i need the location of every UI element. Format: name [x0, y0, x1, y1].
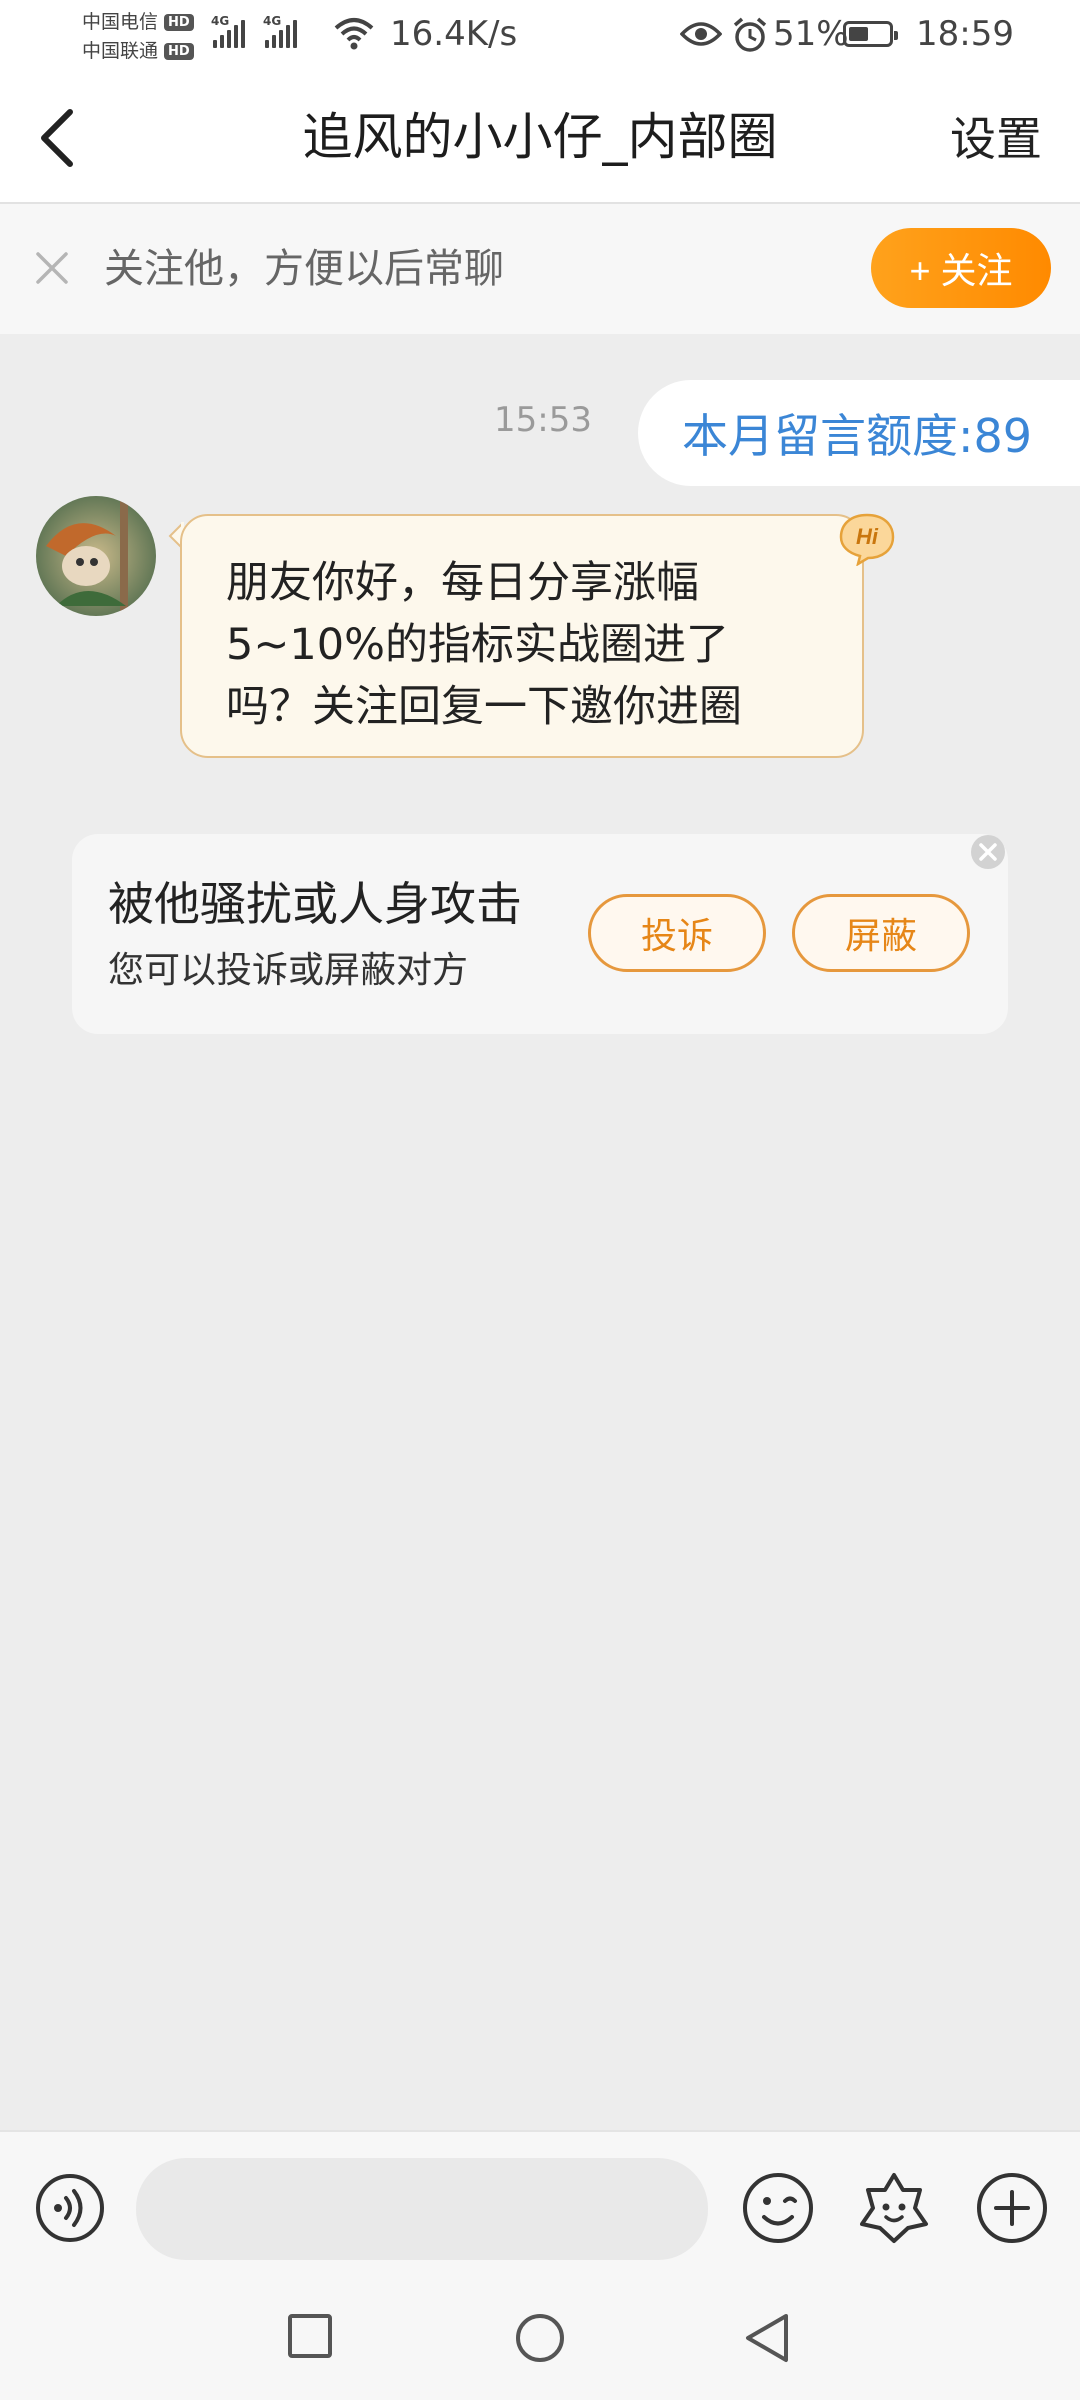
- sent-message-bubble[interactable]: 本月留言额度:89: [638, 380, 1080, 486]
- report-card-subtitle: 您可以投诉或屏蔽对方: [108, 950, 469, 991]
- message-input-bar: [0, 2130, 1080, 2282]
- block-button[interactable]: 屏蔽: [792, 894, 970, 972]
- title-bar: 追风的小小仔_内部圈 设置: [0, 76, 1080, 204]
- message-timestamp: 15:53: [494, 400, 592, 440]
- follow-button[interactable]: + 关注: [871, 228, 1051, 308]
- carrier-info: 中国电信 HD 中国联通 HD: [82, 8, 194, 66]
- status-bar: 中国电信 HD 中国联通 HD 4G 4G 16.4K/s 51% 18:59: [0, 0, 1080, 76]
- signal-strength-icon: 4G: [211, 14, 245, 48]
- avatar-image: [36, 496, 156, 616]
- eye-comfort-icon: [680, 22, 722, 46]
- message-line: 5~10%的指标实战圈进了: [226, 620, 729, 670]
- status-time: 18:59: [916, 14, 1014, 54]
- follow-prompt-bar: 关注他，方便以后常聊 + 关注: [0, 204, 1080, 334]
- hd-badge: HD: [164, 14, 194, 31]
- follow-prompt-text: 关注他，方便以后常聊: [104, 246, 504, 292]
- avatar[interactable]: [36, 496, 156, 616]
- battery-percent: 51%: [773, 14, 849, 54]
- page-title: 追风的小小仔_内部圈: [302, 108, 778, 166]
- carrier-2-label: 中国联通: [82, 40, 159, 62]
- report-card-title: 被他骚扰或人身攻击: [108, 877, 522, 931]
- close-icon[interactable]: [32, 248, 72, 288]
- report-button[interactable]: 投诉: [588, 894, 766, 972]
- wifi-icon: [334, 18, 374, 50]
- hd-badge: HD: [164, 43, 194, 60]
- battery-icon: [843, 21, 898, 47]
- back-nav-icon[interactable]: [742, 2310, 794, 2366]
- network-type-label: 4G: [211, 14, 230, 28]
- signal-icons: 4G 4G: [211, 14, 297, 48]
- network-speed: 16.4K/s: [390, 14, 518, 54]
- sticker-icon[interactable]: [856, 2170, 932, 2246]
- home-icon[interactable]: [514, 2312, 566, 2364]
- signal-strength-icon: 4G: [263, 14, 297, 48]
- close-icon[interactable]: [968, 832, 1008, 872]
- battery-level-fill: [849, 27, 868, 41]
- harassment-report-card: 被他骚扰或人身攻击 您可以投诉或屏蔽对方 投诉 屏蔽: [72, 834, 1008, 1034]
- alarm-icon: [733, 17, 767, 52]
- network-type-label: 4G: [263, 14, 282, 28]
- recent-apps-icon[interactable]: [286, 2312, 334, 2360]
- emoji-icon[interactable]: [740, 2170, 816, 2246]
- hi-badge-text: Hi: [856, 524, 879, 549]
- settings-button[interactable]: 设置: [950, 106, 1042, 172]
- carrier-1-label: 中国电信: [82, 11, 159, 33]
- system-navigation-bar: [0, 2282, 1080, 2400]
- message-line: 朋友你好，每日分享涨幅: [226, 558, 699, 608]
- voice-input-icon[interactable]: [34, 2172, 106, 2244]
- message-input[interactable]: [136, 2158, 708, 2260]
- received-message-bubble[interactable]: 朋友你好，每日分享涨幅 5~10%的指标实战圈进了 吗？关注回复一下邀你进圈: [180, 514, 864, 758]
- add-icon[interactable]: [974, 2170, 1050, 2246]
- message-line: 吗？关注回复一下邀你进圈: [226, 682, 742, 732]
- hi-badge-icon: Hi: [839, 513, 895, 566]
